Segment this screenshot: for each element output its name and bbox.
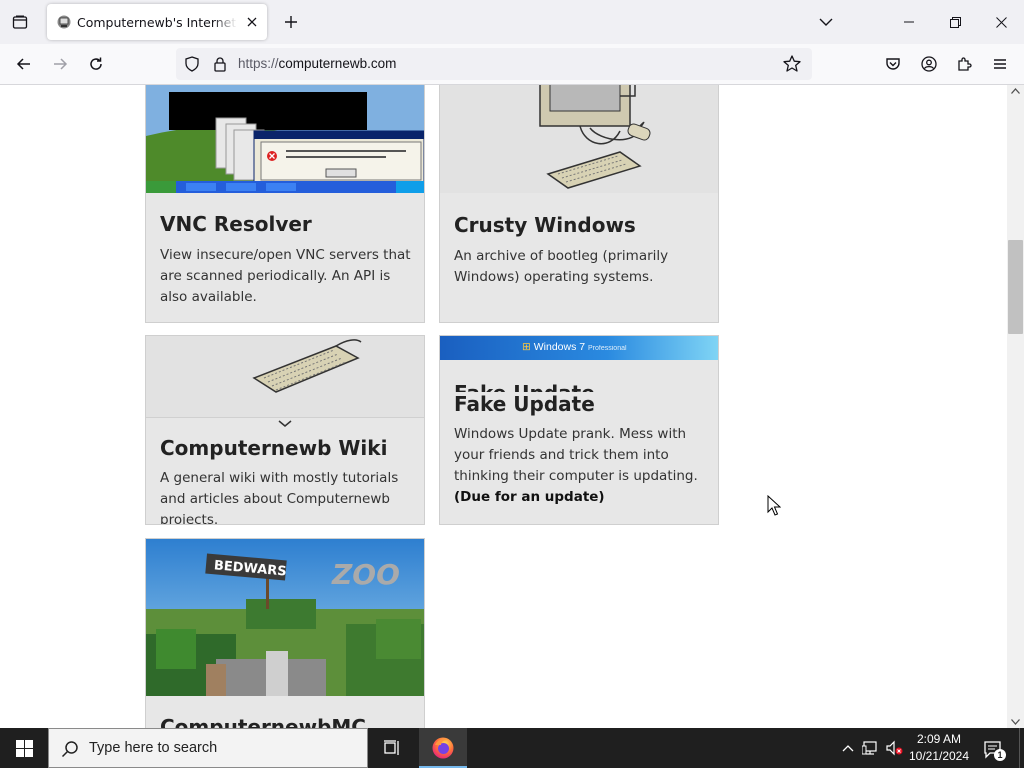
broken-image-alt-text: Fake Update bbox=[454, 380, 595, 392]
start-button[interactable] bbox=[0, 728, 48, 768]
notification-count-badge: 1 bbox=[994, 749, 1006, 761]
show-hidden-icons-button[interactable] bbox=[838, 738, 858, 758]
pocket-icon bbox=[886, 58, 900, 70]
site-favicon-icon bbox=[57, 15, 71, 29]
card-title-vnc-resolver[interactable]: VNC Resolver bbox=[160, 212, 312, 236]
tab-title: Computernewb's Internet Pub bbox=[77, 15, 237, 30]
chevron-down-icon bbox=[819, 18, 833, 26]
app-menu-button[interactable] bbox=[985, 49, 1015, 79]
volume-muted-icon bbox=[886, 740, 903, 756]
list-all-tabs-button[interactable] bbox=[812, 8, 840, 36]
card-description-crusty-windows: An archive of bootleg (primarily Windows… bbox=[454, 248, 669, 285]
tracking-protection-shield-icon[interactable] bbox=[184, 56, 200, 72]
windows-taskbar: Type here to search 2:09 AM 10/21/2024 1 bbox=[0, 728, 1024, 768]
close-icon bbox=[995, 16, 1007, 28]
project-card-computernewbmc[interactable]: BEDWARS ZOO ComputernewbMC bbox=[145, 538, 425, 728]
url-text[interactable]: https://computernewb.com bbox=[238, 56, 396, 71]
clock-time: 2:09 AM bbox=[916, 732, 962, 746]
window-minimize-button[interactable] bbox=[886, 0, 932, 44]
taskbar-firefox-button[interactable] bbox=[419, 728, 467, 768]
card-description-computernewb-wiki: A general wiki with mostly tutorials and… bbox=[160, 470, 399, 525]
task-view-icon bbox=[384, 740, 399, 755]
navigation-toolbar: https://computernewb.com bbox=[0, 44, 1024, 85]
firefox-icon bbox=[432, 737, 454, 759]
chevron-up-icon bbox=[842, 745, 854, 752]
tab-strip: Computernewb's Internet Pub bbox=[0, 0, 1024, 44]
window-restore-button[interactable] bbox=[932, 0, 978, 44]
computernewb-wiki-thumbnail bbox=[146, 336, 424, 417]
tab-close-button[interactable] bbox=[242, 12, 262, 32]
extensions-button[interactable] bbox=[949, 49, 979, 79]
puzzle-piece-icon bbox=[958, 57, 972, 71]
windows-7-logo-text: ⊞ Windows 7 Professional bbox=[522, 341, 627, 353]
card-description-vnc-resolver: View insecure/open VNC servers that are … bbox=[160, 247, 411, 305]
plus-icon bbox=[285, 16, 297, 28]
reload-icon bbox=[90, 57, 102, 70]
new-tab-button[interactable] bbox=[277, 8, 305, 36]
windows-flag-icon: ⊞ bbox=[522, 341, 531, 353]
firefox-view-icon bbox=[12, 15, 28, 29]
task-view-button[interactable] bbox=[372, 728, 412, 768]
firefox-view-button[interactable] bbox=[6, 8, 34, 36]
search-icon bbox=[61, 741, 78, 758]
pocket-button[interactable] bbox=[878, 49, 908, 79]
url-bar[interactable]: https://computernewb.com bbox=[176, 48, 812, 80]
scrollbar-thumb[interactable] bbox=[1008, 240, 1023, 334]
reload-button[interactable] bbox=[81, 49, 111, 79]
scroll-up-arrow-icon[interactable] bbox=[1011, 88, 1020, 94]
taskbar-search-box[interactable]: Type here to search bbox=[48, 728, 368, 768]
zoo-sign-text: ZOO bbox=[331, 558, 400, 591]
minimize-icon bbox=[904, 21, 914, 23]
crusty-windows-thumbnail bbox=[440, 85, 718, 193]
page-scrollbar[interactable] bbox=[1007, 85, 1024, 728]
card-title-crusty-windows[interactable]: Crusty Windows bbox=[454, 213, 636, 237]
card-title-computernewbmc[interactable]: ComputernewbMC bbox=[160, 715, 366, 728]
window-close-button[interactable] bbox=[978, 0, 1024, 44]
mouse-cursor-icon bbox=[767, 495, 781, 516]
taskbar-clock[interactable]: 2:09 AM 10/21/2024 bbox=[906, 731, 972, 765]
card-divider bbox=[146, 417, 424, 418]
project-card-crusty-windows[interactable]: Crusty Windows Crusty Windows An archive… bbox=[439, 85, 719, 323]
lock-icon[interactable] bbox=[212, 56, 228, 72]
project-card-vnc-resolver[interactable]: VNC Resolver VNC Resolver View insecure/… bbox=[145, 85, 425, 323]
project-card-fake-update[interactable]: ⊞ Windows 7 Professional Fake Update Fak… bbox=[439, 335, 719, 525]
card-description-text: Windows Update prank. Mess with your fri… bbox=[454, 426, 698, 484]
card-title-fake-update[interactable]: Fake Update bbox=[454, 392, 595, 416]
windows-logo-icon bbox=[15, 739, 33, 757]
arrow-left-icon bbox=[16, 58, 30, 70]
fake-update-thumbnail: ⊞ Windows 7 Professional bbox=[440, 336, 718, 360]
network-icon bbox=[862, 741, 877, 755]
card-note: (Due for an update) bbox=[454, 489, 605, 505]
account-icon bbox=[921, 56, 937, 72]
project-card-computernewb-wiki[interactable]: Computernewb Wiki A general wiki with mo… bbox=[145, 335, 425, 525]
back-button[interactable] bbox=[9, 49, 39, 79]
bookmark-star-icon[interactable] bbox=[782, 54, 802, 74]
page-content: VNC Resolver VNC Resolver View insecure/… bbox=[0, 85, 1007, 728]
url-protocol: https:// bbox=[238, 56, 279, 71]
scroll-down-arrow-icon[interactable] bbox=[1011, 719, 1020, 725]
search-placeholder: Type here to search bbox=[89, 740, 218, 756]
computernewbmc-thumbnail: BEDWARS ZOO bbox=[146, 539, 424, 696]
account-button[interactable] bbox=[914, 49, 944, 79]
browser-window: Computernewb's Internet Pub bbox=[0, 0, 1024, 768]
tab-active[interactable]: Computernewb's Internet Pub bbox=[47, 4, 267, 40]
card-description-fake-update: Windows Update prank. Mess with your fri… bbox=[454, 424, 709, 508]
volume-tray-button[interactable] bbox=[884, 738, 904, 758]
action-center-button[interactable]: 1 bbox=[980, 736, 1006, 762]
restore-icon bbox=[949, 16, 961, 28]
vnc-resolver-thumbnail bbox=[146, 85, 424, 193]
url-domain: computernewb.com bbox=[278, 56, 397, 71]
arrow-right-icon bbox=[54, 58, 68, 70]
show-desktop-button[interactable] bbox=[1019, 728, 1024, 768]
hamburger-menu-icon bbox=[994, 59, 1006, 69]
card-title-computernewb-wiki[interactable]: Computernewb Wiki bbox=[160, 436, 387, 460]
forward-button[interactable] bbox=[45, 49, 75, 79]
network-tray-button[interactable] bbox=[861, 738, 881, 758]
clock-date: 10/21/2024 bbox=[908, 749, 970, 763]
chevron-down-icon bbox=[278, 420, 292, 427]
close-icon bbox=[247, 17, 257, 27]
